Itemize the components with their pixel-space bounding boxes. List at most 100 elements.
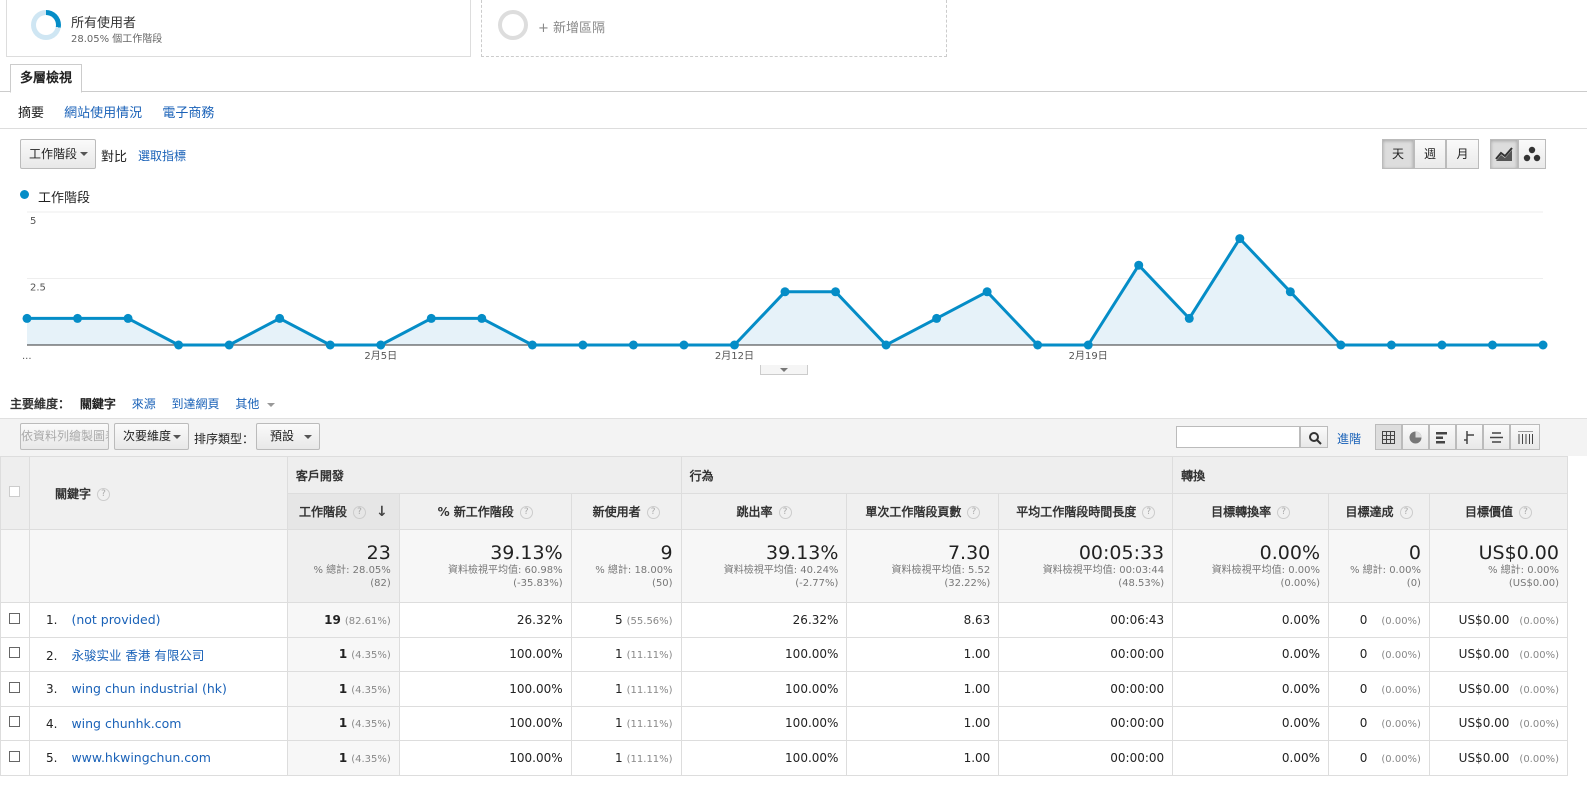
chart-collapse-handle[interactable] [760, 365, 808, 375]
subnav-ecommerce[interactable]: 電子商務 [162, 106, 214, 121]
help-icon[interactable]: ? [352, 506, 366, 519]
performance-view-button[interactable] [1429, 424, 1456, 450]
help-icon[interactable]: ? [519, 506, 533, 519]
duration-cell: 00:00:00 [998, 740, 1174, 776]
select-all-checkbox[interactable] [9, 486, 21, 497]
subnav-site-usage[interactable]: 網站使用情況 [64, 106, 142, 121]
row-checkbox[interactable] [9, 612, 21, 624]
column-header-goal-conversion-rate[interactable]: 目標轉換率? [1172, 493, 1330, 530]
row-checkbox[interactable] [9, 681, 21, 693]
data-point [982, 287, 992, 297]
duration-value: 00:00:00 [1110, 750, 1165, 765]
column-header-sessions[interactable]: 工作階段? ↓ [286, 493, 400, 530]
total-compare: % 總計: 18.00% [595, 565, 673, 576]
keyword-cell: 4. wing chunhk.com [28, 705, 288, 741]
row-checkbox[interactable] [9, 750, 21, 762]
bar-chart-icon [1436, 432, 1447, 444]
advanced-filter-link[interactable]: 進階 [1337, 430, 1361, 447]
pages-per-session-cell: 1.00 [846, 740, 1000, 776]
data-point [1538, 340, 1548, 350]
column-header-label: % 新工作階段 [437, 505, 514, 519]
period-day-button[interactable]: 天 [1382, 139, 1414, 169]
row-checkbox[interactable] [9, 716, 21, 728]
add-segment-label: + 新增區隔 [538, 21, 606, 36]
segment-all-users[interactable]: 所有使用者 28.05% 個工作階段 [6, 0, 471, 57]
term-cloud-button[interactable] [1483, 424, 1510, 450]
comparison-view-button[interactable] [1456, 424, 1483, 450]
column-header-bounce-rate[interactable]: 跳出率? [680, 493, 848, 530]
keyword-link[interactable]: www.hkwingchun.com [71, 750, 211, 765]
column-header-percent-new-sessions[interactable]: % 新工作階段? [398, 493, 572, 530]
goal-completions-cell: 0 (0.00%) [1328, 602, 1430, 638]
add-segment-button[interactable]: + 新增區隔 [481, 0, 947, 57]
help-icon[interactable]: ? [646, 506, 660, 519]
bounce-rate-value: 26.32% [792, 612, 839, 627]
dimension-other[interactable]: 其他 [235, 397, 259, 411]
metric-select[interactable]: 工作階段 [20, 139, 96, 169]
sort-desc-icon[interactable]: ↓ [376, 504, 388, 520]
sessions-percent: (4.35%) [351, 650, 391, 662]
table-view-button[interactable] [1375, 424, 1402, 450]
table-search-input[interactable] [1176, 426, 1300, 448]
line-chart-icon [1495, 147, 1513, 161]
keyword-column-header[interactable]: 關鍵字? [28, 456, 288, 530]
select-metric-link[interactable]: 選取指標 [138, 147, 186, 164]
column-header-goal-completions[interactable]: 目標達成? [1328, 493, 1430, 530]
help-icon[interactable]: ? [967, 506, 981, 519]
dimension-landing-page[interactable]: 到達網頁 [172, 397, 220, 411]
row-number: 2. [45, 648, 58, 663]
percent-new-value: 100.00% [509, 750, 563, 765]
pages-per-session-value: 1.00 [963, 750, 991, 765]
search-button[interactable] [1300, 426, 1328, 448]
sessions-cell: 1 (4.35%) [286, 740, 400, 776]
pie-view-button[interactable] [1402, 424, 1429, 450]
help-icon[interactable]: ? [97, 487, 110, 501]
percent-new-value: 100.00% [509, 681, 563, 696]
secondary-dimension-select[interactable]: 次要維度 [114, 423, 189, 450]
pivot-view-button[interactable] [1510, 424, 1540, 450]
keyword-link[interactable]: wing chunhk.com [71, 716, 181, 731]
sessions-cell: 1 (4.35%) [286, 705, 400, 741]
bubble-chart-icon [1523, 146, 1541, 162]
motion-chart-button[interactable] [1518, 139, 1546, 169]
plot-rows-button[interactable]: 依資料列繪製圖表 [20, 423, 109, 450]
keyword-link[interactable]: 永骏实业 香港 有限公司 [71, 648, 204, 663]
column-header-new-users[interactable]: 新使用者? [570, 493, 682, 530]
goal-completions-cell: 0 (0.00%) [1328, 740, 1430, 776]
period-month-button[interactable]: 月 [1446, 139, 1479, 169]
dimension-keyword[interactable]: 關鍵字 [80, 397, 116, 411]
subnav-summary[interactable]: 摘要 [18, 106, 44, 121]
segment-sessions: 28.05% 個工作階段 [71, 34, 163, 45]
column-header-label: 平均工作階段時間長度 [1016, 505, 1137, 519]
help-icon[interactable]: ? [1142, 506, 1156, 519]
goal-completions-value: 0 [1359, 716, 1368, 731]
total-value: 7.30 [947, 542, 991, 564]
column-header-pages-per-session[interactable]: 單次工作階段頁數? [846, 493, 1000, 530]
total-compare: 資料檢視平均值: 5.52 [891, 565, 991, 576]
pages-per-session-cell: 8.63 [846, 602, 1000, 638]
comparison-icon [1464, 431, 1474, 444]
row-checkbox[interactable] [9, 647, 21, 659]
column-header-avg-session-duration[interactable]: 平均工作階段時間長度? [998, 493, 1174, 530]
keyword-link[interactable]: wing chun industrial (hk) [71, 681, 226, 696]
help-icon[interactable]: ? [778, 506, 792, 519]
data-point [729, 340, 739, 350]
help-icon[interactable]: ? [1399, 506, 1413, 519]
help-icon[interactable]: ? [1277, 506, 1291, 519]
total-delta: (US$0.00) [1508, 578, 1559, 589]
segment-name: 所有使用者 [71, 16, 137, 31]
dimension-source[interactable]: 來源 [132, 397, 156, 411]
tab-drilldown[interactable]: 多層檢視 [10, 64, 83, 93]
line-chart-button[interactable] [1490, 139, 1518, 169]
percent-new-cell: 100.00% [398, 740, 572, 776]
period-week-button[interactable]: 週 [1414, 139, 1446, 169]
sort-type-select[interactable]: 預設 [256, 423, 320, 450]
pages-per-session-value: 8.63 [963, 612, 991, 627]
data-point [831, 287, 841, 297]
keyword-link[interactable]: (not provided) [71, 612, 160, 627]
help-icon[interactable]: ? [1518, 506, 1532, 519]
column-header-label: 目標轉換率 [1211, 505, 1272, 519]
new-users-percent: (11.11%) [626, 753, 673, 765]
chevron-down-icon [80, 152, 88, 156]
column-header-goal-value[interactable]: 目標價值? [1428, 493, 1569, 530]
